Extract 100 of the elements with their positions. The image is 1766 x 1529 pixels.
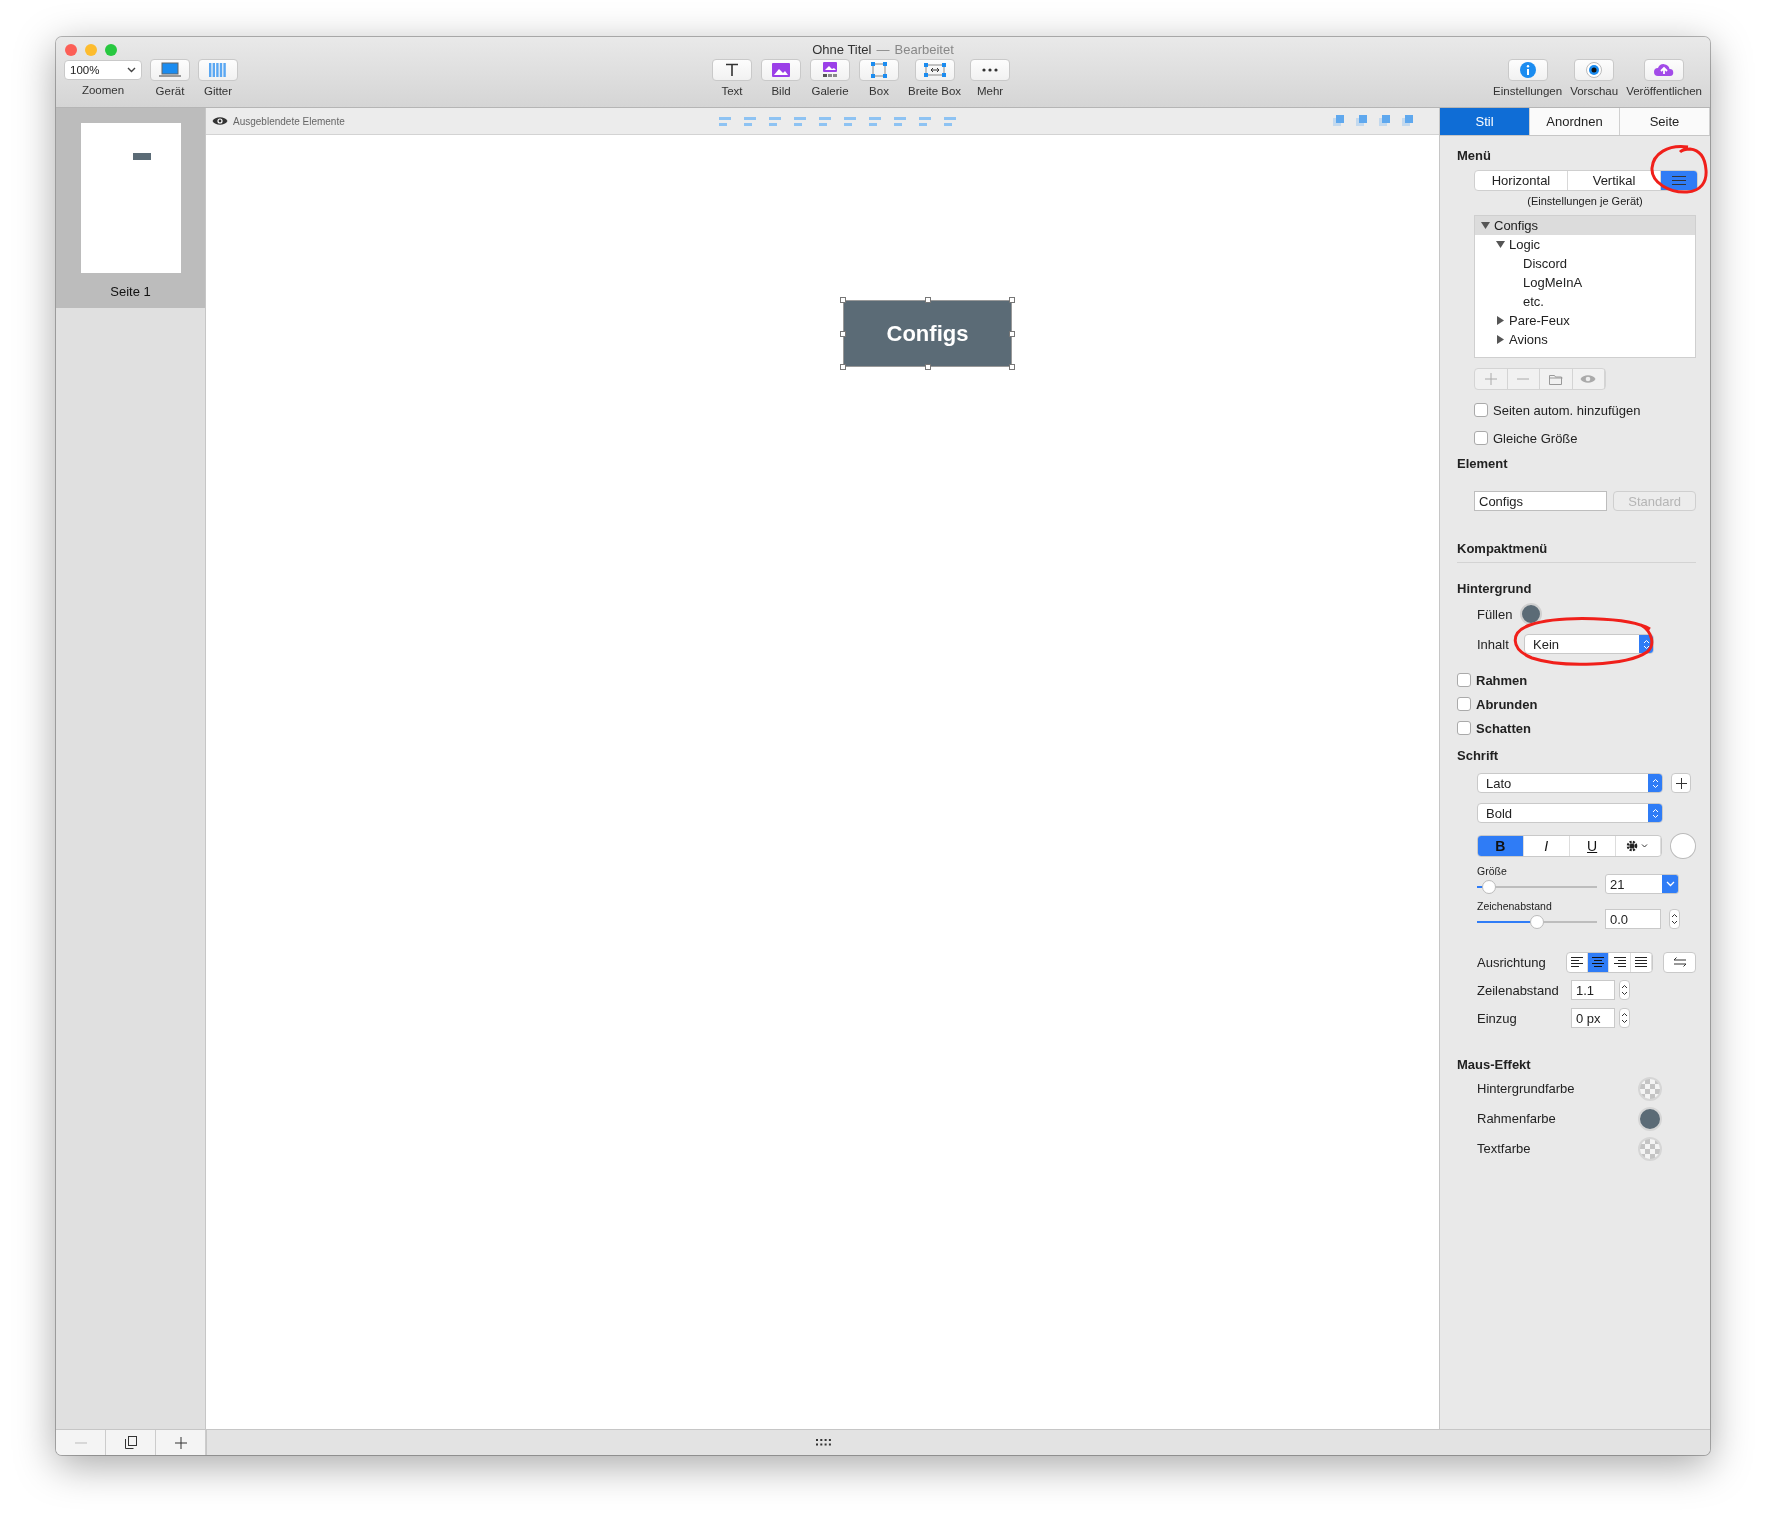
checkbox-label: Seiten autom. hinzufügen [1493,402,1641,418]
page-thumbnail-item[interactable]: Seite 1 [56,108,205,308]
tree-item[interactable]: Pare-Feux [1475,311,1695,330]
spacing-slider[interactable] [1477,915,1597,929]
fill-label: Füllen [1477,606,1514,622]
content-dropdown[interactable]: Kein [1524,634,1654,654]
size-label: Größe [1477,865,1508,877]
text-color-swatch[interactable] [1670,833,1696,859]
font-style-button[interactable]: B [1478,836,1524,856]
tree-item[interactable]: Logic [1475,235,1695,254]
checkbox-label: Schatten [1476,720,1531,736]
resize-handle[interactable] [924,364,931,370]
font-family-dropdown[interactable]: Lato [1477,773,1663,793]
chevron-icon [127,67,136,73]
menu-layout-segment[interactable] [1661,171,1697,190]
eye-icon [1586,62,1603,78]
toolbar-button[interactable] [1507,59,1548,81]
zoom-dropdown[interactable]: 100% [64,60,142,80]
tool-label: Gerät [155,85,185,97]
checkbox-label: Abrunden [1476,696,1538,712]
transparent-color-swatch[interactable] [1638,1076,1662,1101]
stepper-arrows-icon [1671,912,1678,926]
stepper[interactable] [1619,1008,1630,1028]
align-center-icon [1592,957,1605,967]
menu-layout-segment[interactable]: Horizontal [1475,171,1568,190]
resize-handle[interactable] [840,297,846,303]
checkbox[interactable] [1457,697,1471,711]
gear-icon [1625,840,1650,852]
size-combo-field[interactable]: 21 [1605,874,1679,894]
line-spacing-label: Zeilenabstand [1477,982,1560,998]
collapsed-triangle-icon[interactable] [1496,335,1505,344]
align-justify-icon [1635,957,1648,967]
font-style-button[interactable]: I [1523,836,1570,856]
expanded-triangle-icon[interactable] [1496,240,1505,249]
toolbar-button[interactable] [914,59,955,81]
stepper-arrows-icon [1651,777,1659,789]
hidden-elements-label[interactable]: Ausgeblendete Elemente [233,115,345,127]
resize-handle[interactable] [1009,330,1015,337]
swap-arrows-icon [1672,957,1687,967]
font-weight-dropdown[interactable]: Bold [1477,803,1663,823]
resize-handle[interactable] [840,330,846,337]
tool-label: Veröffentlichen [1626,85,1702,97]
hover-color-label: Rahmenfarbe [1477,1111,1556,1126]
add-font-button[interactable] [1671,773,1691,793]
inspector-tab[interactable]: Seite [1620,108,1710,135]
text-icon [725,63,739,77]
align-right-icon [1613,957,1626,967]
close-button[interactable] [65,44,77,56]
resize-handle[interactable] [1009,364,1015,370]
resize-grip-icon[interactable] [815,1439,832,1446]
toolbar-button[interactable] [1644,59,1685,81]
color-swatch[interactable] [1638,1106,1662,1131]
tool-label: Gitter [203,85,233,97]
tree-item[interactable]: Configs [1475,216,1695,235]
resize-handle[interactable] [924,297,931,303]
resize-handle[interactable] [1009,297,1015,303]
toolbar-button[interactable] [1574,59,1615,81]
section-heading: Menü [1457,148,1492,163]
text-direction-button[interactable] [1663,951,1696,973]
inspector-tab[interactable]: Anordnen [1530,108,1620,135]
hamburger-icon [1672,176,1686,185]
checkbox[interactable] [1457,673,1471,687]
transparent-color-swatch[interactable] [1638,1136,1662,1161]
toolbar-button[interactable] [859,59,899,81]
tree-item[interactable]: LogMeInA [1475,273,1695,292]
inspector-tab[interactable]: Stil [1440,108,1530,135]
collapsed-triangle-icon[interactable] [1496,316,1505,325]
checkbox[interactable] [1474,403,1488,417]
section-heading: Element [1457,456,1509,471]
line-spacing-field[interactable]: 1.1 [1571,980,1615,1000]
stepper[interactable] [1669,909,1680,929]
stepper-arrows-icon [1621,983,1628,997]
element-name-field[interactable]: Configs [1474,491,1608,511]
checkbox[interactable] [1457,721,1471,735]
resize-handle[interactable] [840,364,846,370]
stepper[interactable] [1619,980,1630,1000]
tree-item[interactable]: Avions [1475,330,1695,349]
toolbar-button[interactable] [761,59,801,81]
fill-color-swatch[interactable] [1520,603,1542,625]
slider-thumb[interactable] [1482,880,1496,894]
section-heading: Maus-Effekt [1457,1057,1532,1072]
box-icon [871,62,887,78]
tool-label: Zoomen [81,84,125,96]
spacing-field[interactable]: 0.0 [1605,909,1661,929]
tool-label: Einstellungen [1493,85,1563,97]
slider-thumb[interactable] [1530,915,1544,929]
toolbar-button[interactable] [810,59,850,81]
checkbox[interactable] [1474,431,1488,445]
tree-item[interactable]: Discord [1475,254,1695,273]
alignment-button[interactable] [1588,952,1610,972]
eye-icon[interactable] [212,116,228,126]
expanded-triangle-icon[interactable] [1481,221,1490,230]
toolbar-button[interactable] [150,59,190,81]
size-slider[interactable] [1477,880,1597,894]
tree-item[interactable]: etc. [1475,292,1695,311]
font-style-button[interactable]: U [1569,836,1616,856]
toolbar-button[interactable] [712,59,752,81]
hover-color-label: Hintergrundfarbe [1477,1081,1575,1096]
indent-field[interactable]: 0 px [1571,1008,1615,1028]
more-icon [982,68,999,72]
